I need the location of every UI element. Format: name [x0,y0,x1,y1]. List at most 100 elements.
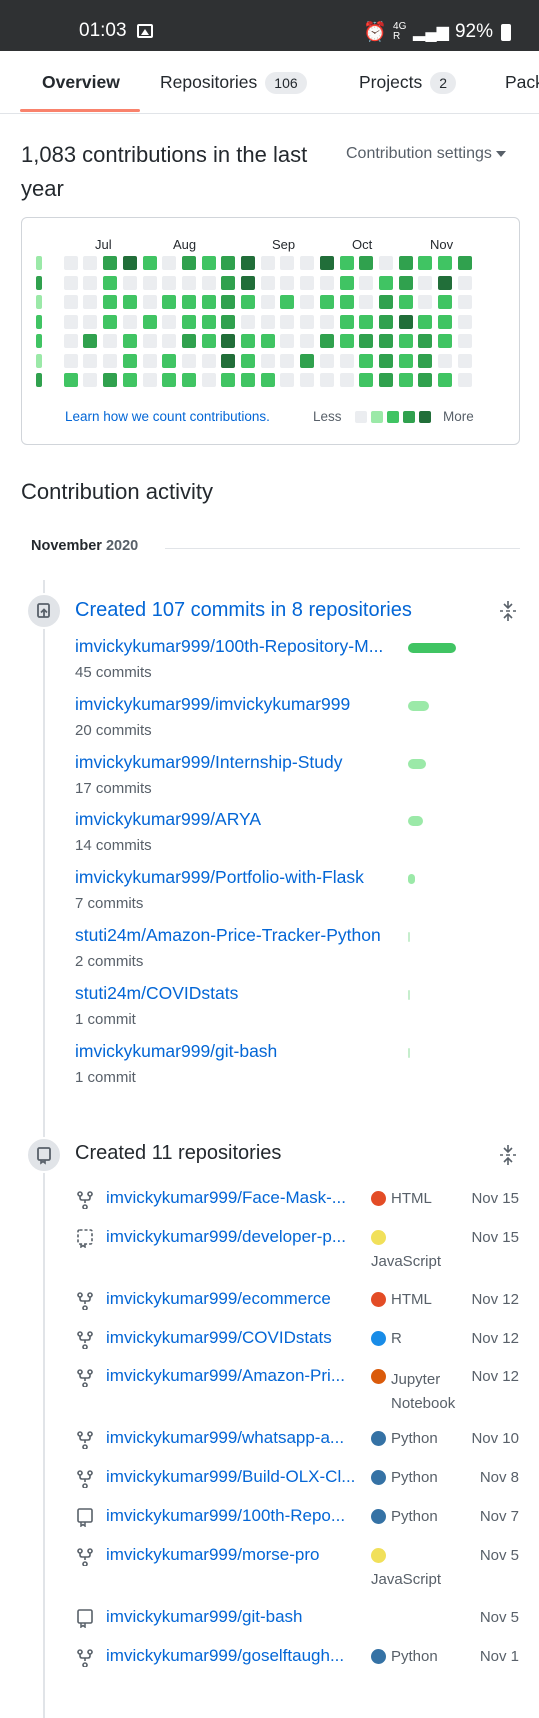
contribution-day-cell[interactable] [438,275,452,290]
tab-projects[interactable]: Projects 2 [359,51,457,113]
contribution-day-cell[interactable] [63,275,78,290]
contribution-day-cell[interactable] [300,314,315,329]
repo-link[interactable]: imvickykumar999/Face-Mask-... [106,1188,370,1208]
contribution-day-cell[interactable] [359,295,374,309]
contribution-day-cell[interactable] [418,373,433,387]
contribution-day-cell[interactable] [398,334,413,348]
contribution-day-cell[interactable] [83,353,98,368]
contribution-day-cell[interactable] [241,275,255,290]
contribution-day-cell[interactable] [260,256,275,270]
contribution-day-cell[interactable] [438,353,452,368]
contribution-day-cell[interactable] [241,334,255,348]
contribution-day-cell[interactable] [359,334,374,348]
contribution-day-cell[interactable] [162,373,177,387]
contribution-day-cell[interactable] [221,334,236,348]
contribution-day-cell[interactable] [122,373,137,387]
contribution-day-cell[interactable] [201,353,216,368]
contribution-day-cell[interactable] [300,353,315,368]
contribution-day-cell[interactable] [181,314,196,329]
contribution-day-cell[interactable] [181,373,196,387]
contribution-day-cell[interactable] [378,314,393,329]
contribution-day-cell[interactable] [36,275,42,290]
commits-event-title[interactable]: Created 107 commits in 8 repositories [75,599,412,622]
contribution-day-cell[interactable] [457,373,472,387]
contribution-day-cell[interactable] [319,275,334,290]
commit-count[interactable]: 1 commit [75,1069,136,1086]
contribution-day-cell[interactable] [339,295,354,309]
learn-contributions-link[interactable]: Learn how we count contributions. [65,409,270,424]
repo-link[interactable]: imvickykumar999/goselftaugh... [106,1646,370,1666]
contribution-day-cell[interactable] [83,334,98,348]
contribution-day-cell[interactable] [63,295,78,309]
contribution-day-cell[interactable] [142,275,157,290]
contribution-day-cell[interactable] [359,314,374,329]
contribution-day-cell[interactable] [181,256,196,270]
contribution-day-cell[interactable] [319,334,334,348]
contribution-day-cell[interactable] [241,353,255,368]
contribution-day-cell[interactable] [122,353,137,368]
contribution-day-cell[interactable] [221,275,236,290]
contribution-day-cell[interactable] [201,256,216,270]
contribution-day-cell[interactable] [418,275,433,290]
commit-repo-link[interactable]: imvickykumar999/imvickykumar999 [75,694,350,715]
contribution-day-cell[interactable] [438,334,452,348]
repo-link[interactable]: imvickykumar999/git-bash [106,1607,370,1627]
tab-repositories[interactable]: Repositories 106 [160,51,307,113]
contribution-day-cell[interactable] [162,314,177,329]
commit-repo-link[interactable]: stuti24m/COVIDstats [75,983,238,1004]
contribution-day-cell[interactable] [398,353,413,368]
contribution-day-cell[interactable] [142,334,157,348]
contribution-day-cell[interactable] [300,373,315,387]
fold-icon[interactable] [499,1144,517,1166]
contribution-day-cell[interactable] [63,353,78,368]
repo-link[interactable]: imvickykumar999/morse-pro [106,1545,370,1565]
contribution-day-cell[interactable] [457,256,472,270]
commit-repo-link[interactable]: imvickykumar999/git-bash [75,1041,277,1062]
contribution-day-cell[interactable] [319,256,334,270]
contribution-day-cell[interactable] [280,314,295,329]
contribution-day-cell[interactable] [398,295,413,309]
contribution-day-cell[interactable] [398,314,413,329]
contribution-day-cell[interactable] [378,373,393,387]
contribution-day-cell[interactable] [221,353,236,368]
contribution-day-cell[interactable] [457,275,472,290]
contribution-day-cell[interactable] [359,275,374,290]
contribution-day-cell[interactable] [398,256,413,270]
contribution-day-cell[interactable] [162,275,177,290]
contribution-day-cell[interactable] [418,314,433,329]
contribution-day-cell[interactable] [457,353,472,368]
contribution-day-cell[interactable] [181,275,196,290]
contribution-day-cell[interactable] [457,314,472,329]
contribution-day-cell[interactable] [83,314,98,329]
contribution-day-cell[interactable] [142,314,157,329]
commit-count[interactable]: 20 commits [75,722,152,739]
contribution-day-cell[interactable] [359,373,374,387]
commit-count[interactable]: 17 commits [75,780,152,797]
contribution-day-cell[interactable] [339,256,354,270]
contribution-day-cell[interactable] [457,334,472,348]
contribution-day-cell[interactable] [378,353,393,368]
contribution-day-cell[interactable] [280,256,295,270]
commit-count[interactable]: 45 commits [75,664,152,681]
contribution-day-cell[interactable] [122,314,137,329]
repo-link[interactable]: imvickykumar999/whatsapp-a... [106,1428,370,1448]
contribution-day-cell[interactable] [103,295,118,309]
contribution-day-cell[interactable] [221,295,236,309]
contribution-day-cell[interactable] [181,353,196,368]
contribution-day-cell[interactable] [36,334,42,348]
contribution-day-cell[interactable] [280,295,295,309]
contribution-day-cell[interactable] [300,334,315,348]
contribution-day-cell[interactable] [201,295,216,309]
contribution-day-cell[interactable] [142,373,157,387]
contribution-day-cell[interactable] [142,353,157,368]
tab-overview[interactable]: Overview [42,51,120,113]
contribution-day-cell[interactable] [378,295,393,309]
contribution-day-cell[interactable] [103,256,118,270]
contribution-day-cell[interactable] [181,295,196,309]
repo-link[interactable]: imvickykumar999/COVIDstats [106,1328,370,1348]
contribution-day-cell[interactable] [181,334,196,348]
contribution-day-cell[interactable] [300,275,315,290]
contribution-day-cell[interactable] [162,256,177,270]
contribution-day-cell[interactable] [103,334,118,348]
contribution-day-cell[interactable] [378,256,393,270]
